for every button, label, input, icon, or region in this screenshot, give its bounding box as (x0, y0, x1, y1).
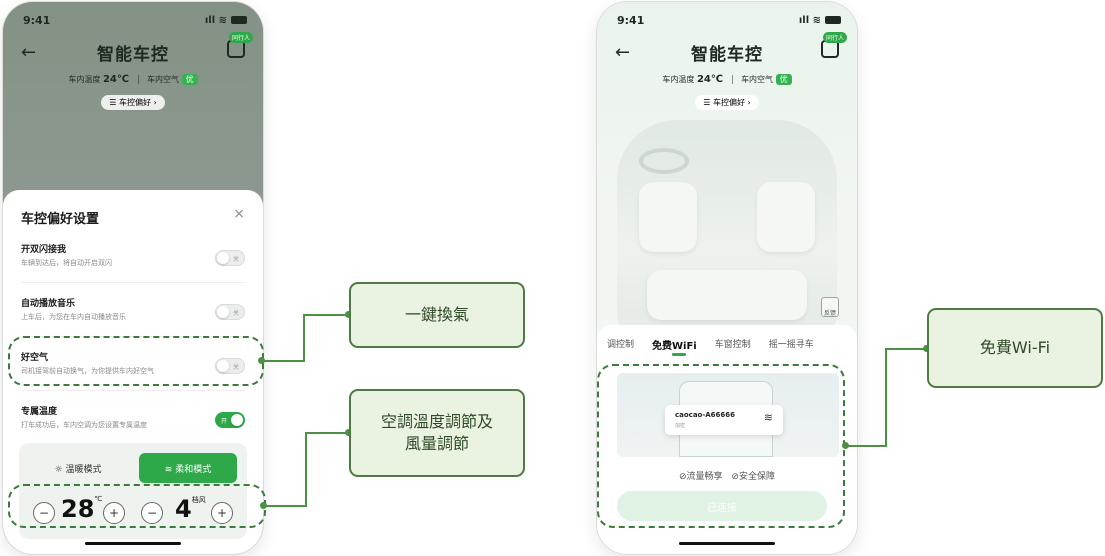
connector-line (846, 445, 886, 447)
option-name: 自动播放音乐 (21, 299, 76, 309)
tab-climate[interactable]: 调控制 (607, 337, 634, 352)
sheet-title: 车控偏好设置 (21, 212, 100, 227)
status-time: 9:41 (23, 13, 51, 27)
connector-line (303, 314, 349, 316)
option-name: 开双闪接我 (21, 245, 67, 255)
signal-wifi-icon: ıll ≋ (798, 14, 821, 26)
battery-icon (231, 16, 247, 24)
tab-find-car[interactable]: 摇一摇寻车 (769, 337, 814, 352)
toggle-label: 开 (221, 418, 228, 425)
climate-summary: 车内温度 24℃ 车内空气 优 (3, 74, 263, 85)
tab-free-wifi[interactable]: 免费WiFi (652, 337, 697, 356)
connector-line (264, 505, 306, 507)
temp-value: 24℃ (696, 74, 723, 85)
preferences-button-wrap: ☰ 车控偏好 › (3, 95, 263, 110)
callout-air-exchange: 一鍵換氣 (349, 282, 525, 348)
highlight-wifi (597, 364, 845, 528)
feedback-button[interactable]: 反馈 (821, 297, 839, 317)
connector-line (305, 432, 349, 434)
control-tabs: 调控制 免费WiFi 车窗控制 摇一摇寻车 (597, 337, 857, 356)
air-quality-badge: 优 (181, 74, 198, 85)
preferences-button-wrap: ☰ 车控偏好 › (597, 95, 857, 110)
highlight-climate-steppers (8, 484, 266, 528)
divider (137, 75, 139, 84)
page-title: 智能车控 (691, 45, 763, 65)
tab-windows[interactable]: 车窗控制 (715, 337, 751, 352)
connector-line (305, 432, 307, 507)
stage: 9:41 ıll ≋ ← 智能车控 同行人 车内温度 24℃ 车内空气 优 ☰ … (0, 0, 1105, 556)
toggle-label: 关 (232, 310, 239, 317)
preferences-button[interactable]: ☰ 车控偏好 › (695, 95, 759, 110)
highlight-good-air (8, 336, 264, 386)
driver-seat (639, 182, 697, 252)
toggle-knob (231, 414, 243, 426)
hazard-toggle[interactable]: 关 (215, 250, 245, 266)
status-bar: 9:41 ıll ≋ (597, 12, 857, 28)
climate-summary: 车内温度 24℃ 车内空气 优 (597, 74, 857, 85)
divider (21, 282, 245, 283)
rear-bench (647, 270, 807, 320)
share-badge: 同行人 (228, 32, 253, 43)
toggle-knob (217, 252, 229, 264)
status-icons: ıll ≋ (799, 15, 841, 26)
nav-bar: ← 智能车控 同行人 (597, 32, 857, 66)
left-phone: 9:41 ıll ≋ ← 智能车控 同行人 车内温度 24℃ 车内空气 优 ☰ … (3, 2, 263, 554)
toggle-label: 关 (232, 256, 239, 263)
air-label: 车内空气 (147, 75, 180, 84)
warm-mode-button[interactable]: ☼ 温暖模式 (29, 453, 127, 483)
home-indicator (85, 542, 181, 545)
music-toggle[interactable]: 关 (215, 304, 245, 320)
home-indicator (679, 542, 775, 545)
status-bar: 9:41 ıll ≋ (3, 12, 263, 28)
custom-temp-toggle[interactable]: 开 (215, 412, 245, 428)
steering-wheel-icon (639, 148, 689, 174)
connector-line (885, 348, 887, 447)
status-time: 9:41 (617, 13, 645, 27)
connector-line (885, 348, 927, 350)
temp-label: 车内温度 (68, 75, 101, 84)
callout-free-wifi: 免費Wi-Fi (927, 308, 1103, 388)
status-icons: ıll ≋ (205, 15, 247, 26)
passenger-seat (757, 182, 815, 252)
divider (21, 390, 245, 391)
car-interior-illustration (617, 120, 837, 335)
air-quality-badge: 优 (775, 74, 792, 85)
option-hazard-lights: 开双闪接我 车辆到达后，将自动开启双闪 关 (21, 242, 249, 282)
option-name: 专属温度 (21, 407, 58, 417)
page-title: 智能车控 (97, 45, 169, 65)
preferences-button[interactable]: ☰ 车控偏好 › (101, 95, 165, 110)
air-label: 车内空气 (741, 75, 774, 84)
divider (731, 75, 733, 84)
callout-climate-control: 空調溫度調節及 風量調節 (349, 389, 525, 477)
temp-label: 车内温度 (662, 75, 695, 84)
battery-icon (825, 16, 841, 24)
temp-value: 24℃ (102, 74, 129, 85)
option-auto-music: 自动播放音乐 上车后，为您在车内自动播放音乐 关 (21, 296, 249, 336)
soft-mode-button[interactable]: ≋ 柔和模式 (139, 453, 237, 483)
close-icon[interactable]: × (233, 206, 245, 222)
option-custom-temp: 专属温度 打车成功后，车内空调为您设置专属温度 开 (21, 404, 249, 444)
toggle-knob (217, 306, 229, 318)
nav-bar: ← 智能车控 同行人 (3, 32, 263, 66)
signal-wifi-icon: ıll ≋ (204, 14, 227, 26)
connector-line (262, 360, 304, 362)
connector-line (303, 314, 305, 362)
share-badge: 同行人 (822, 32, 847, 43)
